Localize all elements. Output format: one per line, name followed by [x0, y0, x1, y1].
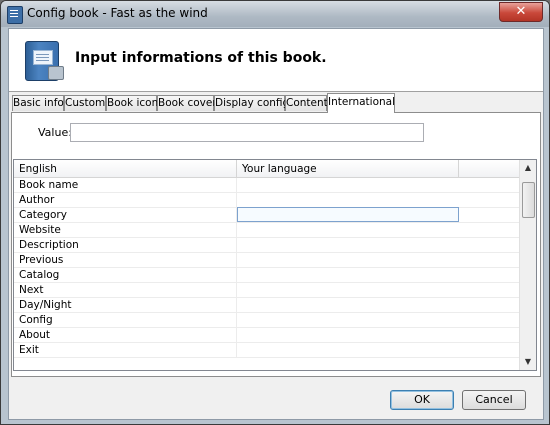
tab-basic-info[interactable]: Basic info: [12, 95, 64, 111]
table-row[interactable]: Author: [14, 193, 521, 208]
dialog-header: Input informations of this book.: [9, 29, 543, 91]
table-row[interactable]: Exit: [14, 343, 521, 358]
window-title: Config book - Fast as the wind: [27, 6, 208, 20]
english-cell: Website: [14, 223, 237, 237]
scroll-up-icon[interactable]: ▲: [520, 160, 536, 176]
translation-cell[interactable]: [237, 268, 459, 282]
translation-cell[interactable]: [237, 178, 459, 192]
header-divider: [9, 91, 543, 92]
table-row[interactable]: Config: [14, 313, 521, 328]
config-book-window: Config book - Fast as the wind ✕ Input i…: [0, 0, 550, 425]
column-header-your-language[interactable]: Your language: [237, 160, 459, 178]
english-cell: Exit: [14, 343, 237, 357]
close-icon: ✕: [515, 4, 527, 19]
close-button[interactable]: ✕: [499, 2, 543, 22]
english-cell: About: [14, 328, 237, 342]
table-row[interactable]: About: [14, 328, 521, 343]
value-input[interactable]: [70, 123, 424, 142]
column-header-filler: [459, 160, 521, 178]
english-cell: Category: [14, 208, 237, 222]
tab-content[interactable]: Content: [285, 95, 328, 111]
english-cell: Next: [14, 283, 237, 297]
translation-cell[interactable]: [237, 283, 459, 297]
table-row-selected[interactable]: Category: [14, 207, 521, 223]
english-cell: Book name: [14, 178, 237, 192]
translation-grid: English Your language Book name Author C…: [13, 159, 537, 371]
vertical-scrollbar[interactable]: ▲ ▼: [519, 160, 536, 370]
translation-cell[interactable]: [237, 328, 459, 342]
english-cell: Author: [14, 193, 237, 207]
table-row[interactable]: Next: [14, 283, 521, 298]
tab-display-config[interactable]: Display config: [214, 95, 289, 111]
translation-cell[interactable]: [237, 223, 459, 237]
translation-cell[interactable]: [237, 238, 459, 252]
table-row[interactable]: Catalog: [14, 268, 521, 283]
table-row[interactable]: Description: [14, 238, 521, 253]
header-title: Input informations of this book.: [75, 50, 327, 66]
translation-cell[interactable]: [237, 298, 459, 312]
translation-cell[interactable]: [237, 193, 459, 207]
ok-button[interactable]: OK: [390, 390, 454, 410]
translation-cell[interactable]: [237, 313, 459, 327]
english-cell: Description: [14, 238, 237, 252]
dialog-body: Input informations of this book. Basic i…: [8, 28, 544, 420]
table-row[interactable]: Day/Night: [14, 298, 521, 313]
table-row[interactable]: Website: [14, 223, 521, 238]
translation-cell[interactable]: [237, 343, 459, 357]
scroll-down-icon[interactable]: ▼: [520, 354, 536, 370]
table-row[interactable]: Book name: [14, 178, 521, 193]
english-cell: Previous: [14, 253, 237, 267]
column-header-english[interactable]: English: [14, 160, 237, 178]
english-cell: Catalog: [14, 268, 237, 282]
translation-cell[interactable]: [237, 253, 459, 267]
book-settings-icon: [25, 41, 64, 81]
tab-book-icon[interactable]: Book icon: [106, 95, 158, 111]
value-label: Value:: [38, 126, 72, 139]
translation-cell-focused[interactable]: [237, 207, 459, 222]
tab-international[interactable]: International: [327, 93, 395, 113]
scrollbar-thumb[interactable]: [522, 182, 535, 218]
international-tab-page: Value: English Your language Book name A…: [11, 112, 541, 377]
cancel-button[interactable]: Cancel: [462, 390, 526, 410]
table-row[interactable]: Previous: [14, 253, 521, 268]
title-bar[interactable]: Config book - Fast as the wind ✕: [1, 1, 549, 27]
tab-custom[interactable]: Custom: [64, 95, 106, 111]
tab-book-cover[interactable]: Book cover: [157, 95, 217, 111]
grid-rows: Book name Author Category Website Descri…: [14, 178, 521, 358]
english-cell: Day/Night: [14, 298, 237, 312]
app-book-icon: [7, 6, 23, 24]
english-cell: Config: [14, 313, 237, 327]
